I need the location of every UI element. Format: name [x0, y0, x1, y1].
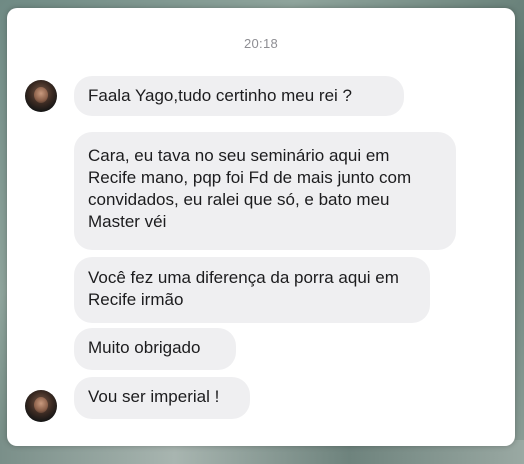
sender-avatar[interactable] — [25, 390, 57, 422]
chat-screenshot-card: 20:18 Faala Yago,tudo certinho meu rei ?… — [7, 8, 515, 446]
message-bubble[interactable]: Vou ser imperial ! — [74, 377, 250, 419]
message-timestamp: 20:18 — [243, 36, 279, 51]
message-bubble[interactable]: Cara, eu tava no seu seminário aqui em R… — [74, 132, 456, 250]
sender-avatar[interactable] — [25, 80, 57, 112]
message-bubble[interactable]: Você fez uma diferença da porra aqui em … — [74, 257, 430, 323]
message-bubble[interactable]: Muito obrigado — [74, 328, 236, 370]
message-bubble[interactable]: Faala Yago,tudo certinho meu rei ? — [74, 76, 404, 116]
